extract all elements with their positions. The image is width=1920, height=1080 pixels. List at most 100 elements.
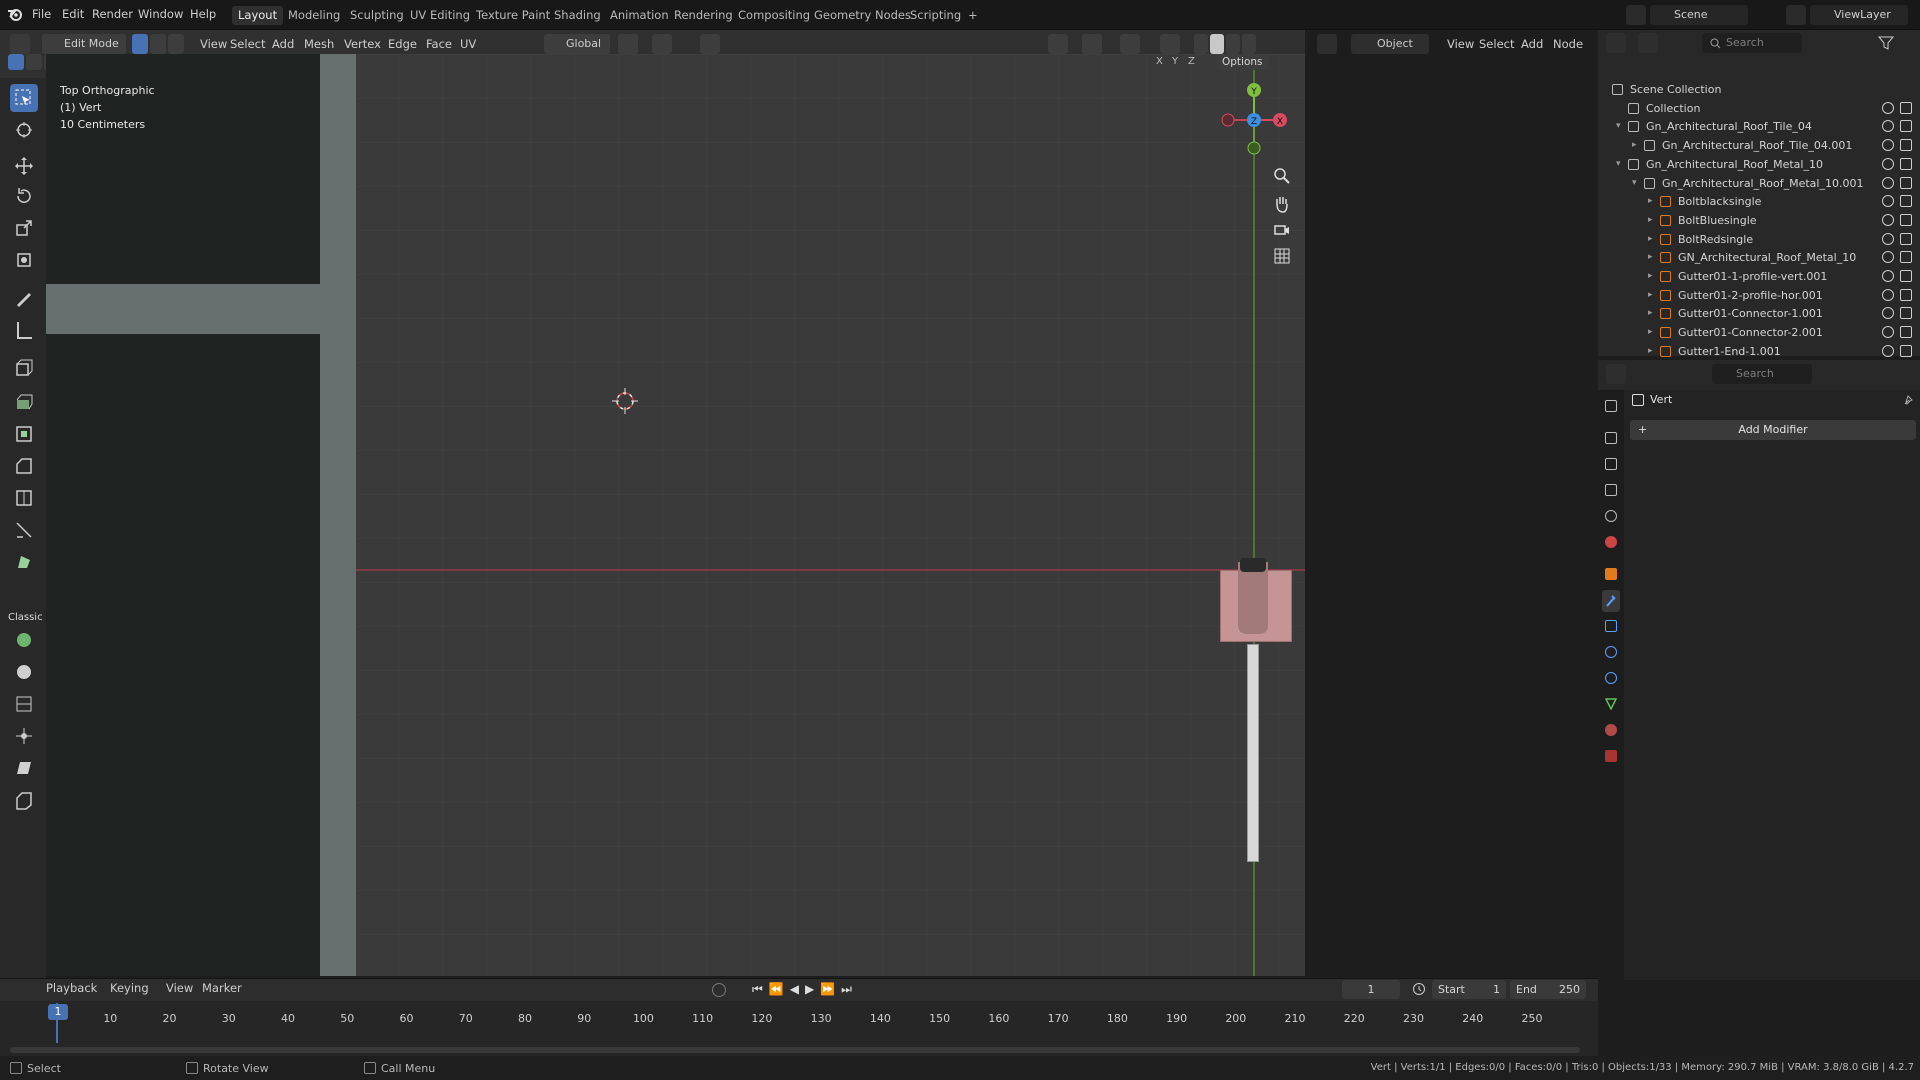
world-tab-icon[interactable] — [1605, 536, 1617, 548]
scene-icon[interactable] — [1626, 5, 1646, 25]
visibility-icon[interactable] — [1048, 34, 1068, 54]
outliner-row[interactable]: Collection — [1598, 99, 1920, 118]
outliner-row[interactable]: ▸ Gutter01-Connector-1.001 — [1598, 304, 1920, 323]
select-extend-icon[interactable] — [26, 54, 42, 70]
expand-chevron-icon[interactable]: ▸ — [1648, 230, 1653, 249]
menu-vertex[interactable]: Vertex — [338, 33, 387, 55]
expand-chevron-icon[interactable]: ▸ — [1648, 323, 1653, 342]
blender-logo-icon[interactable] — [6, 5, 24, 23]
options-dropdown[interactable]: Options — [1216, 54, 1269, 70]
outliner-row[interactable]: ▸ Gutter1-End-1.001 — [1598, 342, 1920, 361]
render-camera-icon[interactable] — [1900, 270, 1912, 282]
tab-layout[interactable]: Layout — [232, 6, 284, 25]
render-camera-icon[interactable] — [1900, 307, 1912, 320]
view-layer-field[interactable]: ViewLayer — [1810, 5, 1908, 25]
visibility-eye-icon[interactable] — [1882, 326, 1894, 339]
pin-icon[interactable] — [1902, 394, 1914, 406]
scale-tool[interactable] — [10, 214, 38, 242]
object-tab-icon[interactable] — [1605, 568, 1617, 580]
editor-type-icon[interactable] — [10, 34, 30, 54]
menu-select[interactable]: Select — [224, 33, 271, 55]
filter-icon[interactable] — [1876, 33, 1896, 53]
render-camera-icon[interactable] — [1900, 232, 1912, 245]
view-layer-tab-icon[interactable] — [1605, 484, 1617, 496]
expand-chevron-icon[interactable]: ▾ — [1632, 174, 1637, 193]
timeline-type-icon[interactable] — [8, 980, 28, 1000]
rendered-shading-icon[interactable] — [1242, 34, 1256, 54]
timeline-menu-view[interactable]: View — [160, 977, 199, 999]
gizmo-icon[interactable] — [1082, 34, 1102, 54]
render-camera-icon[interactable] — [1900, 120, 1912, 133]
render-camera-icon[interactable] — [1900, 139, 1912, 152]
shear-tool[interactable] — [10, 754, 38, 782]
visibility-eye-icon[interactable] — [1882, 120, 1894, 133]
menu-mesh[interactable]: Mesh — [298, 33, 340, 55]
outliner-row[interactable]: ▸ Gutter01-1-profile-vert.001 — [1598, 267, 1920, 286]
node-menu-select[interactable]: Select — [1473, 33, 1520, 55]
node-menu-node[interactable]: Node — [1547, 33, 1589, 55]
snap-icon[interactable] — [652, 34, 672, 54]
expand-chevron-icon[interactable]: ▸ — [1648, 342, 1653, 361]
add-workspace-button[interactable]: + — [962, 6, 984, 25]
render-camera-icon[interactable] — [1900, 251, 1912, 264]
tab-modeling[interactable]: Modeling — [282, 6, 346, 25]
tab-texture-paint[interactable]: Texture Paint — [470, 6, 556, 25]
visibility-eye-icon[interactable] — [1882, 176, 1894, 189]
visibility-eye-icon[interactable] — [1882, 195, 1894, 208]
render-camera-icon[interactable] — [1900, 344, 1912, 357]
expand-chevron-icon[interactable]: ▸ — [1632, 136, 1637, 155]
menu-uv[interactable]: UV — [454, 33, 482, 55]
outliner-row[interactable]: ▸ BoltBluesingle — [1598, 211, 1920, 230]
timeline-menu-playback[interactable]: Playback — [40, 977, 103, 999]
object-context-select[interactable]: Object — [1351, 34, 1429, 54]
visibility-eye-icon[interactable] — [1882, 344, 1894, 357]
mirror-axis-z[interactable]: Z — [1188, 56, 1202, 67]
mirror-axis-y[interactable]: Y — [1172, 56, 1186, 67]
material-shading-icon[interactable] — [1226, 34, 1240, 54]
outliner-row[interactable]: Scene Collection — [1598, 80, 1920, 99]
particles-tab-icon[interactable] — [1605, 620, 1617, 632]
view-layer-icon[interactable] — [1786, 5, 1806, 25]
render-tab-icon[interactable] — [1605, 432, 1617, 444]
select-new-icon[interactable] — [8, 54, 24, 70]
visibility-eye-icon[interactable] — [1882, 270, 1894, 282]
timeline-scrollbar[interactable] — [10, 1047, 1580, 1053]
outliner-row[interactable]: ▾ Gn_Architectural_Roof_Metal_10 — [1598, 155, 1920, 174]
visibility-eye-icon[interactable] — [1882, 213, 1894, 226]
outliner-row[interactable]: ▸ GN_Architectural_Roof_Metal_10 — [1598, 248, 1920, 267]
render-camera-icon[interactable] — [1900, 288, 1912, 301]
tab-rendering[interactable]: Rendering — [668, 6, 739, 25]
grid-toggle-icon[interactable] — [1272, 246, 1292, 266]
orientation-select[interactable]: Global — [544, 34, 610, 54]
tab-scripting[interactable]: Scripting — [904, 6, 967, 25]
select-box-tool[interactable] — [10, 84, 38, 112]
rotate-tool[interactable] — [10, 182, 38, 210]
mode-select[interactable]: Edit Mode — [42, 34, 126, 54]
3d-cursor-icon[interactable] — [612, 388, 638, 414]
edge-slide-tool[interactable] — [10, 690, 38, 718]
outliner-type-icon[interactable] — [1606, 33, 1626, 53]
tab-animation[interactable]: Animation — [604, 6, 675, 25]
gutter-pipe[interactable] — [1247, 644, 1259, 862]
menu-window[interactable]: Window — [138, 7, 183, 21]
expand-chevron-icon[interactable]: ▸ — [1648, 192, 1653, 211]
node-menu-add[interactable]: Add — [1515, 33, 1549, 55]
knife-tool[interactable] — [10, 516, 38, 544]
outliner-row[interactable]: ▾ Gn_Architectural_Roof_Tile_04 — [1598, 117, 1920, 136]
constraints-tab-icon[interactable] — [1605, 672, 1617, 684]
outliner-row[interactable]: ▾ Gn_Architectural_Roof_Metal_10.001 — [1598, 174, 1920, 193]
visibility-eye-icon[interactable] — [1882, 307, 1894, 320]
face-select-icon[interactable] — [168, 34, 184, 54]
expand-chevron-icon[interactable]: ▾ — [1616, 117, 1621, 136]
edge-select-icon[interactable] — [150, 34, 166, 54]
properties-type-icon[interactable] — [1606, 364, 1626, 384]
clock-icon[interactable] — [1412, 982, 1426, 996]
extrude-tool[interactable] — [10, 388, 38, 416]
mirror-axis-x[interactable]: X — [1156, 56, 1170, 67]
scene-field[interactable]: Scene — [1650, 5, 1748, 25]
outliner-row[interactable]: ▸ Boltblacksingle — [1598, 192, 1920, 211]
data-tab-icon[interactable] — [1604, 698, 1618, 711]
render-camera-icon[interactable] — [1900, 195, 1912, 208]
start-frame-field[interactable]: Start 1 — [1432, 980, 1506, 999]
end-frame-field[interactable]: End 250 — [1510, 980, 1586, 999]
